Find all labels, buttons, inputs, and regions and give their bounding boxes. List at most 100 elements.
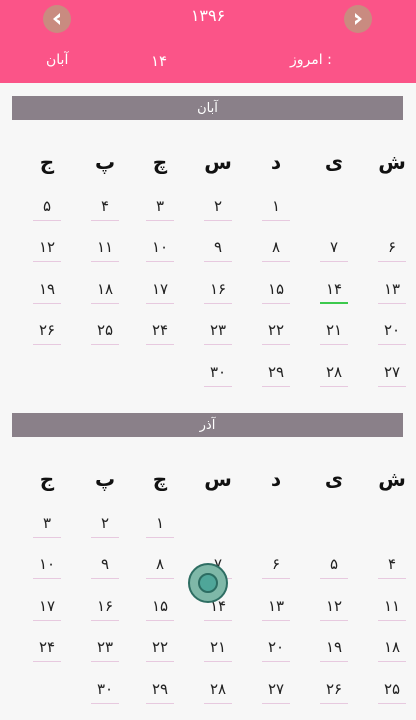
day-underline (320, 386, 348, 387)
day-underline (91, 220, 119, 221)
day-number: ۹ (100, 555, 110, 573)
day-number: ۲۷ (267, 680, 285, 698)
day-cell[interactable]: ۱۴ (320, 278, 348, 304)
day-cell[interactable]: ۱ (146, 512, 174, 538)
day-cell[interactable]: ۳۰ (91, 678, 119, 704)
day-cell[interactable]: ۹ (204, 236, 232, 262)
day-cell[interactable]: ۲۵ (378, 678, 406, 704)
day-cell[interactable]: ۱۷ (33, 595, 61, 621)
day-cell[interactable]: ۱ (262, 195, 290, 221)
day-cell[interactable]: ۲۰ (262, 636, 290, 662)
day-underline (320, 261, 348, 262)
weekday-header: ج (39, 150, 55, 174)
day-underline (33, 344, 61, 345)
day-cell[interactable]: ۲۷ (378, 361, 406, 387)
day-underline (262, 620, 290, 621)
day-number: ۲۸ (209, 680, 227, 698)
day-underline (378, 303, 406, 304)
day-number: ۱۰ (151, 238, 169, 256)
day-cell[interactable]: ۱۳ (378, 278, 406, 304)
day-cell[interactable]: ۲۰ (378, 319, 406, 345)
day-cell[interactable]: ۱۱ (91, 236, 119, 262)
day-cell[interactable]: ۱۲ (320, 595, 348, 621)
day-cell[interactable]: ۱۰ (146, 236, 174, 262)
day-number: ۵ (42, 197, 52, 215)
day-cell[interactable]: ۲۱ (320, 319, 348, 345)
day-cell[interactable]: ۲۱ (204, 636, 232, 662)
day-number: ۱۳ (267, 597, 285, 615)
day-underline (262, 303, 290, 304)
day-underline (91, 620, 119, 621)
day-underline (378, 261, 406, 262)
day-cell[interactable]: ۲۷ (262, 678, 290, 704)
day-number: ۱۲ (38, 238, 56, 256)
day-cell[interactable]: ۲۳ (91, 636, 119, 662)
day-number: ۲۳ (96, 638, 114, 656)
day-cell[interactable]: ۳ (146, 195, 174, 221)
day-cell[interactable]: ۲۴ (146, 319, 174, 345)
day-cell[interactable]: ۲۶ (33, 319, 61, 345)
day-cell[interactable]: ۱۸ (378, 636, 406, 662)
day-underline (262, 220, 290, 221)
month-title-azar: آذر (12, 413, 403, 437)
day-cell[interactable]: ۱۹ (320, 636, 348, 662)
day-cell[interactable]: ۲۵ (91, 319, 119, 345)
day-underline (91, 661, 119, 662)
day-underline (204, 620, 232, 621)
day-cell[interactable]: ۲۸ (204, 678, 232, 704)
day-underline (204, 386, 232, 387)
day-cell[interactable]: ۱۵ (146, 595, 174, 621)
day-cell[interactable]: ۲ (204, 195, 232, 221)
day-underline (378, 578, 406, 579)
day-cell[interactable]: ۱۷ (146, 278, 174, 304)
day-cell[interactable]: ۲۶ (320, 678, 348, 704)
day-number: ۲۰ (383, 321, 401, 339)
day-underline (33, 661, 61, 662)
day-cell[interactable]: ۱۱ (378, 595, 406, 621)
day-number: ۳ (42, 514, 52, 532)
today-day: ۱۴ (151, 52, 168, 70)
day-cell[interactable]: ۲۹ (146, 678, 174, 704)
day-cell[interactable]: ۸ (262, 236, 290, 262)
day-cell[interactable]: ۱۸ (91, 278, 119, 304)
day-cell[interactable]: ۲۲ (146, 636, 174, 662)
day-underline (204, 303, 232, 304)
day-underline (320, 302, 348, 304)
day-cell[interactable]: ۵ (33, 195, 61, 221)
day-number: ۲۵ (383, 680, 401, 698)
day-cell[interactable]: ۷ (320, 236, 348, 262)
day-number: ۱۸ (383, 638, 401, 656)
day-cell[interactable]: ۹ (91, 553, 119, 579)
day-number: ۴ (100, 197, 110, 215)
day-cell[interactable]: ۲ (91, 512, 119, 538)
day-cell[interactable]: ۲۹ (262, 361, 290, 387)
day-number: ۱۳ (383, 280, 401, 298)
day-cell[interactable]: ۳ (33, 512, 61, 538)
day-cell[interactable]: ۱۶ (91, 595, 119, 621)
day-underline (91, 578, 119, 579)
day-cell[interactable]: ۴ (91, 195, 119, 221)
day-cell[interactable]: ۱۲ (33, 236, 61, 262)
day-cell[interactable]: ۵ (320, 553, 348, 579)
day-cell[interactable]: ۱۳ (262, 595, 290, 621)
day-cell[interactable]: ۲۸ (320, 361, 348, 387)
day-cell[interactable]: ۳۰ (204, 361, 232, 387)
day-underline (378, 661, 406, 662)
day-cell[interactable]: ۴ (378, 553, 406, 579)
day-cell[interactable]: ۲۴ (33, 636, 61, 662)
next-year-button[interactable] (344, 5, 372, 33)
day-cell[interactable]: ۱۰ (33, 553, 61, 579)
day-underline (146, 303, 174, 304)
day-cell[interactable]: ۸ (146, 553, 174, 579)
day-cell[interactable]: ۲۲ (262, 319, 290, 345)
day-cell[interactable]: ۱۹ (33, 278, 61, 304)
day-underline (33, 261, 61, 262)
day-cell[interactable]: ۶ (262, 553, 290, 579)
day-cell[interactable]: ۱۵ (262, 278, 290, 304)
day-underline (320, 620, 348, 621)
day-cell[interactable]: ۲۳ (204, 319, 232, 345)
day-cell[interactable]: ۶ (378, 236, 406, 262)
day-number: ۲۶ (325, 680, 343, 698)
day-number: ۱۱ (96, 238, 114, 256)
day-cell[interactable]: ۱۶ (204, 278, 232, 304)
